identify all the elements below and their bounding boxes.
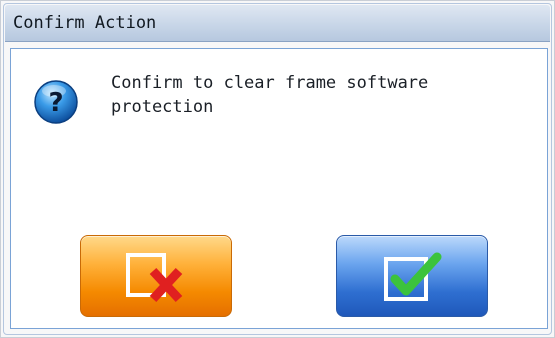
svg-text:?: ? [48, 88, 63, 118]
cancel-button[interactable] [80, 235, 232, 317]
title-bar: Confirm Action [5, 5, 550, 42]
confirm-check-icon [384, 252, 442, 301]
dialog-content: ? Confirm to clear frame software protec… [10, 48, 548, 329]
question-icon: ? [33, 79, 79, 125]
cancel-x-icon [126, 253, 183, 303]
confirm-button[interactable] [336, 235, 488, 317]
confirm-dialog: Confirm Action ? Confirm to clear frame … [0, 0, 555, 338]
confirm-message: Confirm to clear frame software protecti… [111, 73, 429, 117]
dialog-title: Confirm Action [13, 13, 157, 33]
